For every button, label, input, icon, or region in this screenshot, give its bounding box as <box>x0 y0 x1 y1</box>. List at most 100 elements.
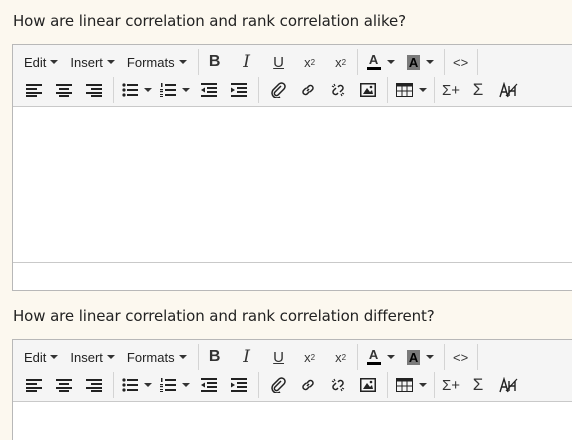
attachment-button[interactable] <box>263 78 293 102</box>
table-button[interactable] <box>392 78 430 102</box>
numbered-list-button[interactable] <box>156 373 194 397</box>
link-icon <box>302 84 314 96</box>
subscript-button[interactable]: x2 <box>298 50 322 74</box>
font-color-glyph: A <box>368 52 379 67</box>
chevron-down-icon <box>106 60 115 64</box>
superscript-button[interactable]: x2 <box>329 50 353 74</box>
toolbar-row-2: Σ+ Σ <box>13 76 572 104</box>
outdent-button[interactable] <box>194 78 224 102</box>
attachment-button[interactable] <box>263 373 293 397</box>
table-icon <box>395 378 413 392</box>
editor-statusbar <box>13 262 572 290</box>
toolbar-divider <box>113 77 114 103</box>
toolbar-divider <box>443 344 445 370</box>
align-right-button[interactable] <box>79 78 109 102</box>
underline-button[interactable]: U <box>267 345 291 369</box>
edit-menu[interactable]: Edit <box>19 50 63 74</box>
superscript-button[interactable]: x2 <box>329 345 353 369</box>
toolbar-divider <box>258 372 259 398</box>
sum-button[interactable]: Σ <box>463 373 493 397</box>
rich-text-editor-1: Edit Insert Formats B I U x2 x2 A A <> Σ… <box>12 44 572 291</box>
outdent-button[interactable] <box>194 373 224 397</box>
chemistry-icon <box>499 377 518 393</box>
link-button[interactable] <box>293 373 323 397</box>
subscript-button[interactable]: x2 <box>298 345 322 369</box>
align-center-button[interactable] <box>49 78 79 102</box>
background-color-button[interactable]: A <box>402 345 440 369</box>
outdent-icon <box>201 83 217 97</box>
align-right-button[interactable] <box>79 373 109 397</box>
source-code-button[interactable]: <> <box>449 50 473 74</box>
link-button[interactable] <box>293 78 323 102</box>
question-2-text: How are linear correlation and rank corr… <box>13 307 435 325</box>
toolbar-divider <box>387 372 388 398</box>
unlink-button[interactable] <box>323 373 353 397</box>
bullet-list-button[interactable] <box>118 373 156 397</box>
bullet-list-button[interactable] <box>118 78 156 102</box>
formats-menu[interactable]: Formats <box>122 50 192 74</box>
bullet-list-icon <box>122 378 138 392</box>
chevron-down-icon <box>426 60 435 64</box>
table-button[interactable] <box>392 373 430 397</box>
table-icon <box>395 83 413 97</box>
edit-menu-label: Edit <box>24 54 47 70</box>
sum-button[interactable]: Σ <box>463 78 493 102</box>
formats-menu-label: Formats <box>126 54 175 70</box>
toolbar-row-1: Edit Insert Formats B I U x2 x2 A A <> <box>13 343 572 371</box>
chemistry-button[interactable] <box>493 373 523 397</box>
equation-editor-button[interactable]: Σ+ <box>439 373 463 397</box>
rich-text-editor-2: Edit Insert Formats B I U x2 x2 A A <> Σ… <box>12 339 572 440</box>
insert-menu-label: Insert <box>70 349 103 365</box>
image-button[interactable] <box>353 78 383 102</box>
chevron-down-icon <box>426 355 435 359</box>
bold-button[interactable]: B <box>203 345 227 369</box>
question-1-text: How are linear correlation and rank corr… <box>13 12 407 30</box>
chevron-down-icon <box>178 355 187 359</box>
align-left-button[interactable] <box>19 373 49 397</box>
toolbar-divider <box>443 49 445 75</box>
insert-menu[interactable]: Insert <box>65 50 120 74</box>
chevron-down-icon <box>182 383 190 387</box>
toolbar-divider <box>197 344 199 370</box>
numbered-list-button[interactable] <box>156 78 194 102</box>
unlink-icon <box>331 378 345 392</box>
underline-button[interactable]: U <box>267 50 291 74</box>
align-right-icon <box>86 379 102 392</box>
chemistry-button[interactable] <box>493 78 523 102</box>
equation-editor-button[interactable]: Σ+ <box>439 78 463 102</box>
chevron-down-icon <box>50 60 59 64</box>
italic-button[interactable]: I <box>235 50 259 74</box>
toolbar-divider <box>434 77 435 103</box>
background-color-button[interactable]: A <box>402 50 440 74</box>
align-left-button[interactable] <box>19 78 49 102</box>
formats-menu[interactable]: Formats <box>122 345 192 369</box>
toolbar-divider <box>356 49 358 75</box>
insert-menu[interactable]: Insert <box>65 345 120 369</box>
superscript-mark: 2 <box>341 352 347 362</box>
italic-button[interactable]: I <box>235 345 259 369</box>
editor-content-area[interactable] <box>13 107 572 262</box>
align-right-icon <box>86 84 102 97</box>
unlink-button[interactable] <box>323 78 353 102</box>
chevron-down-icon <box>144 88 152 92</box>
edit-menu[interactable]: Edit <box>19 345 63 369</box>
align-center-button[interactable] <box>49 373 79 397</box>
image-icon <box>360 83 376 97</box>
toolbar-row-1: Edit Insert Formats B I U x2 x2 A A <> <box>13 48 572 76</box>
font-color-glyph: A <box>368 347 379 362</box>
toolbar-divider <box>197 49 199 75</box>
background-color-icon: A <box>406 349 421 365</box>
image-button[interactable] <box>353 373 383 397</box>
font-color-button[interactable]: A <box>362 50 400 74</box>
editor-content-area[interactable] <box>13 402 572 440</box>
bold-button[interactable]: B <box>203 50 227 74</box>
indent-button[interactable] <box>224 373 254 397</box>
editor-toolbar: Edit Insert Formats B I U x2 x2 A A <> Σ… <box>13 340 572 402</box>
chevron-down-icon <box>144 383 152 387</box>
source-code-button[interactable]: <> <box>449 345 473 369</box>
font-color-button[interactable]: A <box>362 345 400 369</box>
editor-toolbar: Edit Insert Formats B I U x2 x2 A A <> Σ… <box>13 45 572 107</box>
indent-button[interactable] <box>224 78 254 102</box>
superscript-mark: 2 <box>341 57 347 67</box>
image-icon <box>360 378 376 392</box>
